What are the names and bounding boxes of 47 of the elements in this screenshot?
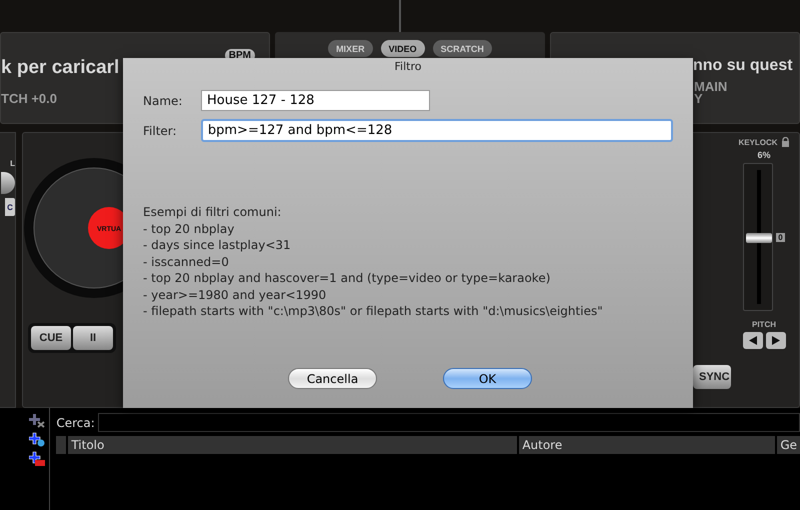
add-filter-icon[interactable]	[29, 413, 46, 428]
deck-title: nno su quest	[693, 57, 793, 75]
example-line: - top 20 nbplay	[143, 220, 236, 237]
pitch-label: PITCH	[752, 320, 776, 329]
left-triangle-icon	[748, 336, 756, 345]
slider-thumb[interactable]	[746, 233, 772, 243]
strip-button[interactable]: C	[5, 198, 15, 216]
strip-label: L	[10, 159, 15, 168]
knob[interactable]	[1, 172, 15, 194]
track-info: MAIN	[694, 81, 728, 93]
examples-heading: Esempi di filtri comuni:	[143, 204, 282, 220]
pitch-up-button[interactable]	[766, 332, 786, 349]
pitch-down-button[interactable]	[742, 332, 762, 349]
dialog-button[interactable]: Cancella	[288, 368, 377, 389]
pitch-readout: TCH +0.0	[1, 93, 57, 105]
example-line: - days since lastplay<31	[143, 237, 292, 254]
column-header[interactable]: Autore	[519, 436, 776, 454]
dialog-button[interactable]: OK	[443, 368, 532, 389]
keylock-value: 6%	[757, 150, 770, 160]
transport-button[interactable]: II	[73, 326, 113, 350]
view-tab[interactable]: VIDEO	[380, 40, 425, 57]
pitch-reset-button[interactable]: 0	[776, 232, 785, 242]
transport-button[interactable]: CUE	[31, 326, 71, 350]
column-header[interactable]: Titolo	[68, 436, 518, 454]
input-field[interactable]: House 127 - 128	[201, 90, 430, 111]
example-line: - year>=1980 and year<1990	[143, 286, 328, 303]
input-field[interactable]: bpm>=127 and bpm<=128	[200, 119, 673, 142]
view-tab[interactable]: SCRATCH	[432, 40, 492, 57]
field-label: Name:	[143, 94, 184, 108]
sync-button[interactable]: SYNC	[693, 365, 731, 389]
column-header[interactable]: Ge	[777, 436, 800, 454]
right-triangle-icon	[772, 336, 780, 345]
example-line: - isscanned=0	[143, 254, 230, 270]
add-playlist-icon[interactable]	[29, 451, 46, 466]
field-label: Filter:	[143, 124, 178, 138]
add-folder-icon[interactable]	[29, 432, 46, 447]
example-line: - top 20 nbplay and hascover=1 and (type=video or type=karaoke)	[143, 270, 552, 286]
deck-title: k per caricarl	[1, 57, 120, 79]
search-label: Cerca:	[56, 416, 95, 430]
lock-icon	[780, 137, 790, 147]
example-line: - filepath starts with "c:\mp3\80s" or filepath starts with "d:\musics\eighties"	[143, 303, 604, 320]
dialog-title: Filtro	[394, 60, 422, 73]
view-tab[interactable]: MIXER	[328, 40, 373, 57]
search-field[interactable]	[98, 413, 800, 432]
keylock-label: KEYLOCK	[738, 138, 778, 146]
pitch-slider[interactable]	[743, 163, 774, 311]
track-info: Y	[694, 93, 704, 105]
